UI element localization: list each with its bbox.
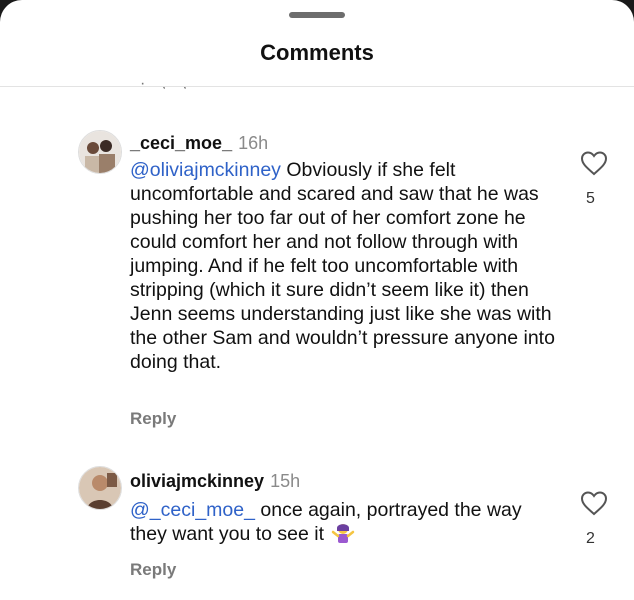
heart-icon[interactable] [580,490,608,516]
woman-shrugging-emoji [332,524,355,543]
comment-meta: _ceci_moe_ 16h [130,133,268,154]
comment-body: Obviously if she felt uncomfortable and … [130,159,555,373]
like-count: 5 [586,190,595,207]
mention-link[interactable]: @_ceci_moe_ [130,499,255,521]
comment-meta: oliviajmckinney 15h [130,471,300,492]
avatar[interactable] [78,130,122,174]
comment-text: @oliviajmckinney Obviously if she felt u… [130,158,560,374]
drag-handle[interactable] [289,12,345,18]
reply-button[interactable]: Reply [130,560,176,580]
like-count: 2 [586,530,595,547]
reply-button[interactable]: Reply [130,409,176,429]
mention-link[interactable]: @oliviajmckinney [130,159,281,181]
page-title: Comments [260,40,374,65]
comment-text: @_ceci_moe_ once again, portrayed the wa… [130,498,560,546]
timestamp: 15h [270,471,301,491]
username[interactable]: _ceci_moe_ [130,133,232,153]
comments-sheet: Comments · , , _ceci_moe_ 16h @oliviajmck… [0,0,634,600]
username[interactable]: oliviajmckinney [130,471,264,491]
heart-icon[interactable] [580,150,608,176]
timestamp: 16h [238,133,269,153]
avatar[interactable] [78,466,122,510]
header-divider [0,86,634,87]
